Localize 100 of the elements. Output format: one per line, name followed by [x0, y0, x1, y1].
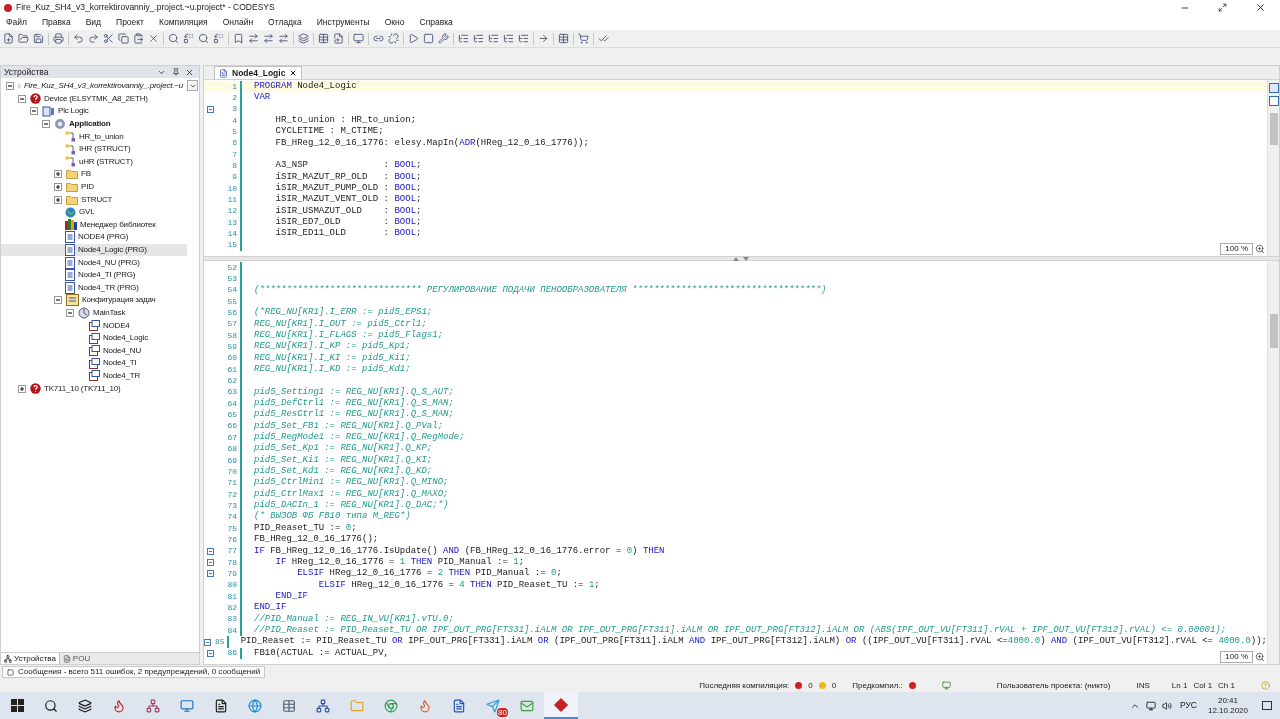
pin-icon[interactable] — [172, 68, 180, 76]
arrow-right-icon[interactable] — [538, 33, 549, 44]
tree-item[interactable]: Node4_TI (PRG) — [1, 268, 187, 282]
paste-icon[interactable] — [133, 33, 144, 44]
arrows-icon[interactable] — [278, 33, 289, 44]
wrench-icon[interactable] — [438, 33, 449, 44]
open-folder-icon[interactable] — [18, 33, 29, 44]
fold-toggle[interactable] — [206, 559, 214, 567]
file-icon[interactable] — [333, 33, 344, 44]
tree-item[interactable]: PID — [1, 180, 187, 194]
search-icon[interactable] — [198, 33, 209, 44]
bookmark-icon[interactable] — [233, 33, 244, 44]
list-icon[interactable] — [488, 33, 499, 44]
layout-icon[interactable] — [1268, 96, 1279, 106]
expand-icon[interactable] — [54, 170, 62, 179]
list-icon[interactable] — [458, 33, 469, 44]
menu-item[interactable]: Компиляция — [159, 16, 208, 29]
dropdown-button[interactable] — [187, 80, 198, 91]
volume-icon[interactable] — [1161, 700, 1172, 711]
close-icon[interactable] — [185, 67, 194, 77]
tree-item[interactable]: MainTask — [1, 306, 187, 320]
language-indicator[interactable]: РУС — [1179, 699, 1197, 712]
copy-icon[interactable] — [118, 33, 129, 44]
tree-item[interactable]: Node4_NU (PRG) — [1, 256, 187, 269]
menu-item[interactable]: Окно — [384, 16, 405, 29]
fold-toggle[interactable] — [206, 570, 214, 578]
tree-item[interactable]: TK711_10 (TK711_10) — [1, 382, 187, 395]
clock[interactable]: 20:41 12.10.2020 — [1207, 695, 1248, 716]
search-icon[interactable] — [168, 33, 179, 44]
tree-item[interactable]: Device (ELSYTMK_A8_2ETH) — [1, 92, 187, 106]
menu-item[interactable]: Вид — [85, 16, 101, 29]
panel-tab[interactable]: Устройства — [1, 653, 60, 664]
unlink-icon[interactable] — [388, 33, 399, 44]
fold-toggle[interactable] — [206, 105, 214, 113]
notifications-icon[interactable] — [1262, 701, 1272, 710]
tree-item[interactable]: NODE4 — [1, 319, 187, 332]
tree-item[interactable]: Plc Logic — [1, 105, 187, 118]
tree-item[interactable]: uHR (STRUCT) — [1, 155, 187, 169]
menu-item[interactable]: Отладка — [268, 16, 302, 29]
zoom-icon[interactable] — [1255, 244, 1265, 254]
maximize-icon[interactable] — [1218, 3, 1227, 12]
collapse-icon[interactable] — [42, 120, 50, 129]
telegram-icon[interactable]: 80 — [476, 692, 510, 719]
tree-item[interactable]: Application — [1, 117, 187, 131]
close-icon[interactable] — [289, 69, 298, 77]
fold-toggle[interactable] — [206, 649, 214, 657]
tree-item[interactable]: FB — [1, 168, 187, 181]
tree-item[interactable]: IHR (STRUCT) — [1, 142, 187, 156]
fold-toggle[interactable] — [204, 638, 212, 646]
tree-item[interactable]: STRUCT — [1, 193, 187, 206]
toolbox-icon[interactable] — [1268, 83, 1279, 93]
list-icon[interactable] — [503, 33, 514, 44]
print-icon[interactable] — [53, 33, 64, 44]
scrollbar[interactable] — [1267, 80, 1279, 256]
undo-icon[interactable] — [73, 33, 84, 44]
panel-tab[interactable]: POU — [59, 653, 94, 664]
tree-item[interactable]: Node4_TR — [1, 369, 187, 383]
menu-item[interactable]: Проект — [116, 16, 144, 29]
tree-item[interactable]: Node4_NU — [1, 344, 187, 358]
scroll-thumb[interactable] — [1269, 314, 1278, 348]
redo-icon[interactable] — [88, 33, 99, 44]
replace-icon[interactable] — [183, 33, 194, 44]
editor-tab[interactable]: Node4_Logic — [214, 66, 303, 79]
fold-toggle[interactable] — [206, 547, 214, 555]
zoom-field[interactable]: 100 % — [1220, 243, 1253, 255]
cart-icon[interactable] — [578, 33, 589, 44]
collapse-icon[interactable] — [30, 107, 38, 116]
tree-item[interactable]: NODE4 (PRG) — [1, 231, 187, 244]
tree-item[interactable]: Node4_Logic (PRG) — [1, 243, 187, 257]
collapse-icon[interactable] — [18, 94, 26, 103]
scroll-thumb[interactable] — [1269, 113, 1278, 145]
scrollbar[interactable] — [1267, 261, 1279, 664]
collapse-icon[interactable] — [66, 309, 74, 317]
save-icon[interactable] — [33, 33, 44, 44]
stop-icon[interactable] — [423, 33, 434, 44]
replace-icon[interactable] — [213, 33, 224, 44]
expand-icon[interactable] — [18, 384, 26, 393]
close-icon[interactable] — [1255, 2, 1266, 13]
menu-item[interactable]: Файл — [6, 16, 27, 29]
link-icon[interactable] — [373, 33, 384, 44]
collapse-icon[interactable] — [6, 82, 14, 91]
collapse-icon[interactable] — [54, 296, 62, 305]
monitor-icon[interactable] — [353, 33, 364, 44]
expand-icon[interactable] — [54, 195, 62, 204]
tree-item[interactable]: Node4_Logic — [1, 331, 187, 345]
list-icon[interactable] — [473, 33, 484, 44]
menu-item[interactable]: Онлайн — [222, 16, 254, 29]
split-arrows-icon[interactable] — [733, 256, 749, 261]
expand-icon[interactable] — [54, 183, 62, 192]
table-icon[interactable] — [318, 33, 329, 44]
tree-item[interactable]: Node4_TR (PRG) — [1, 281, 187, 295]
cut-icon[interactable] — [103, 33, 114, 44]
tree-item[interactable]: Node4_TI — [1, 357, 187, 370]
tree-item[interactable]: HR_to_union — [1, 130, 187, 143]
tree-item[interactable]: Fire_Kuz_SH4_v3_korrektirovanniy_.project.~u — [1, 80, 187, 93]
check-icon[interactable] — [598, 33, 609, 44]
device-icon[interactable] — [941, 681, 951, 690]
tree-item[interactable]: GVL — [1, 205, 187, 219]
menu-item[interactable]: Правка — [41, 16, 71, 29]
zoom-icon[interactable] — [1255, 652, 1265, 662]
